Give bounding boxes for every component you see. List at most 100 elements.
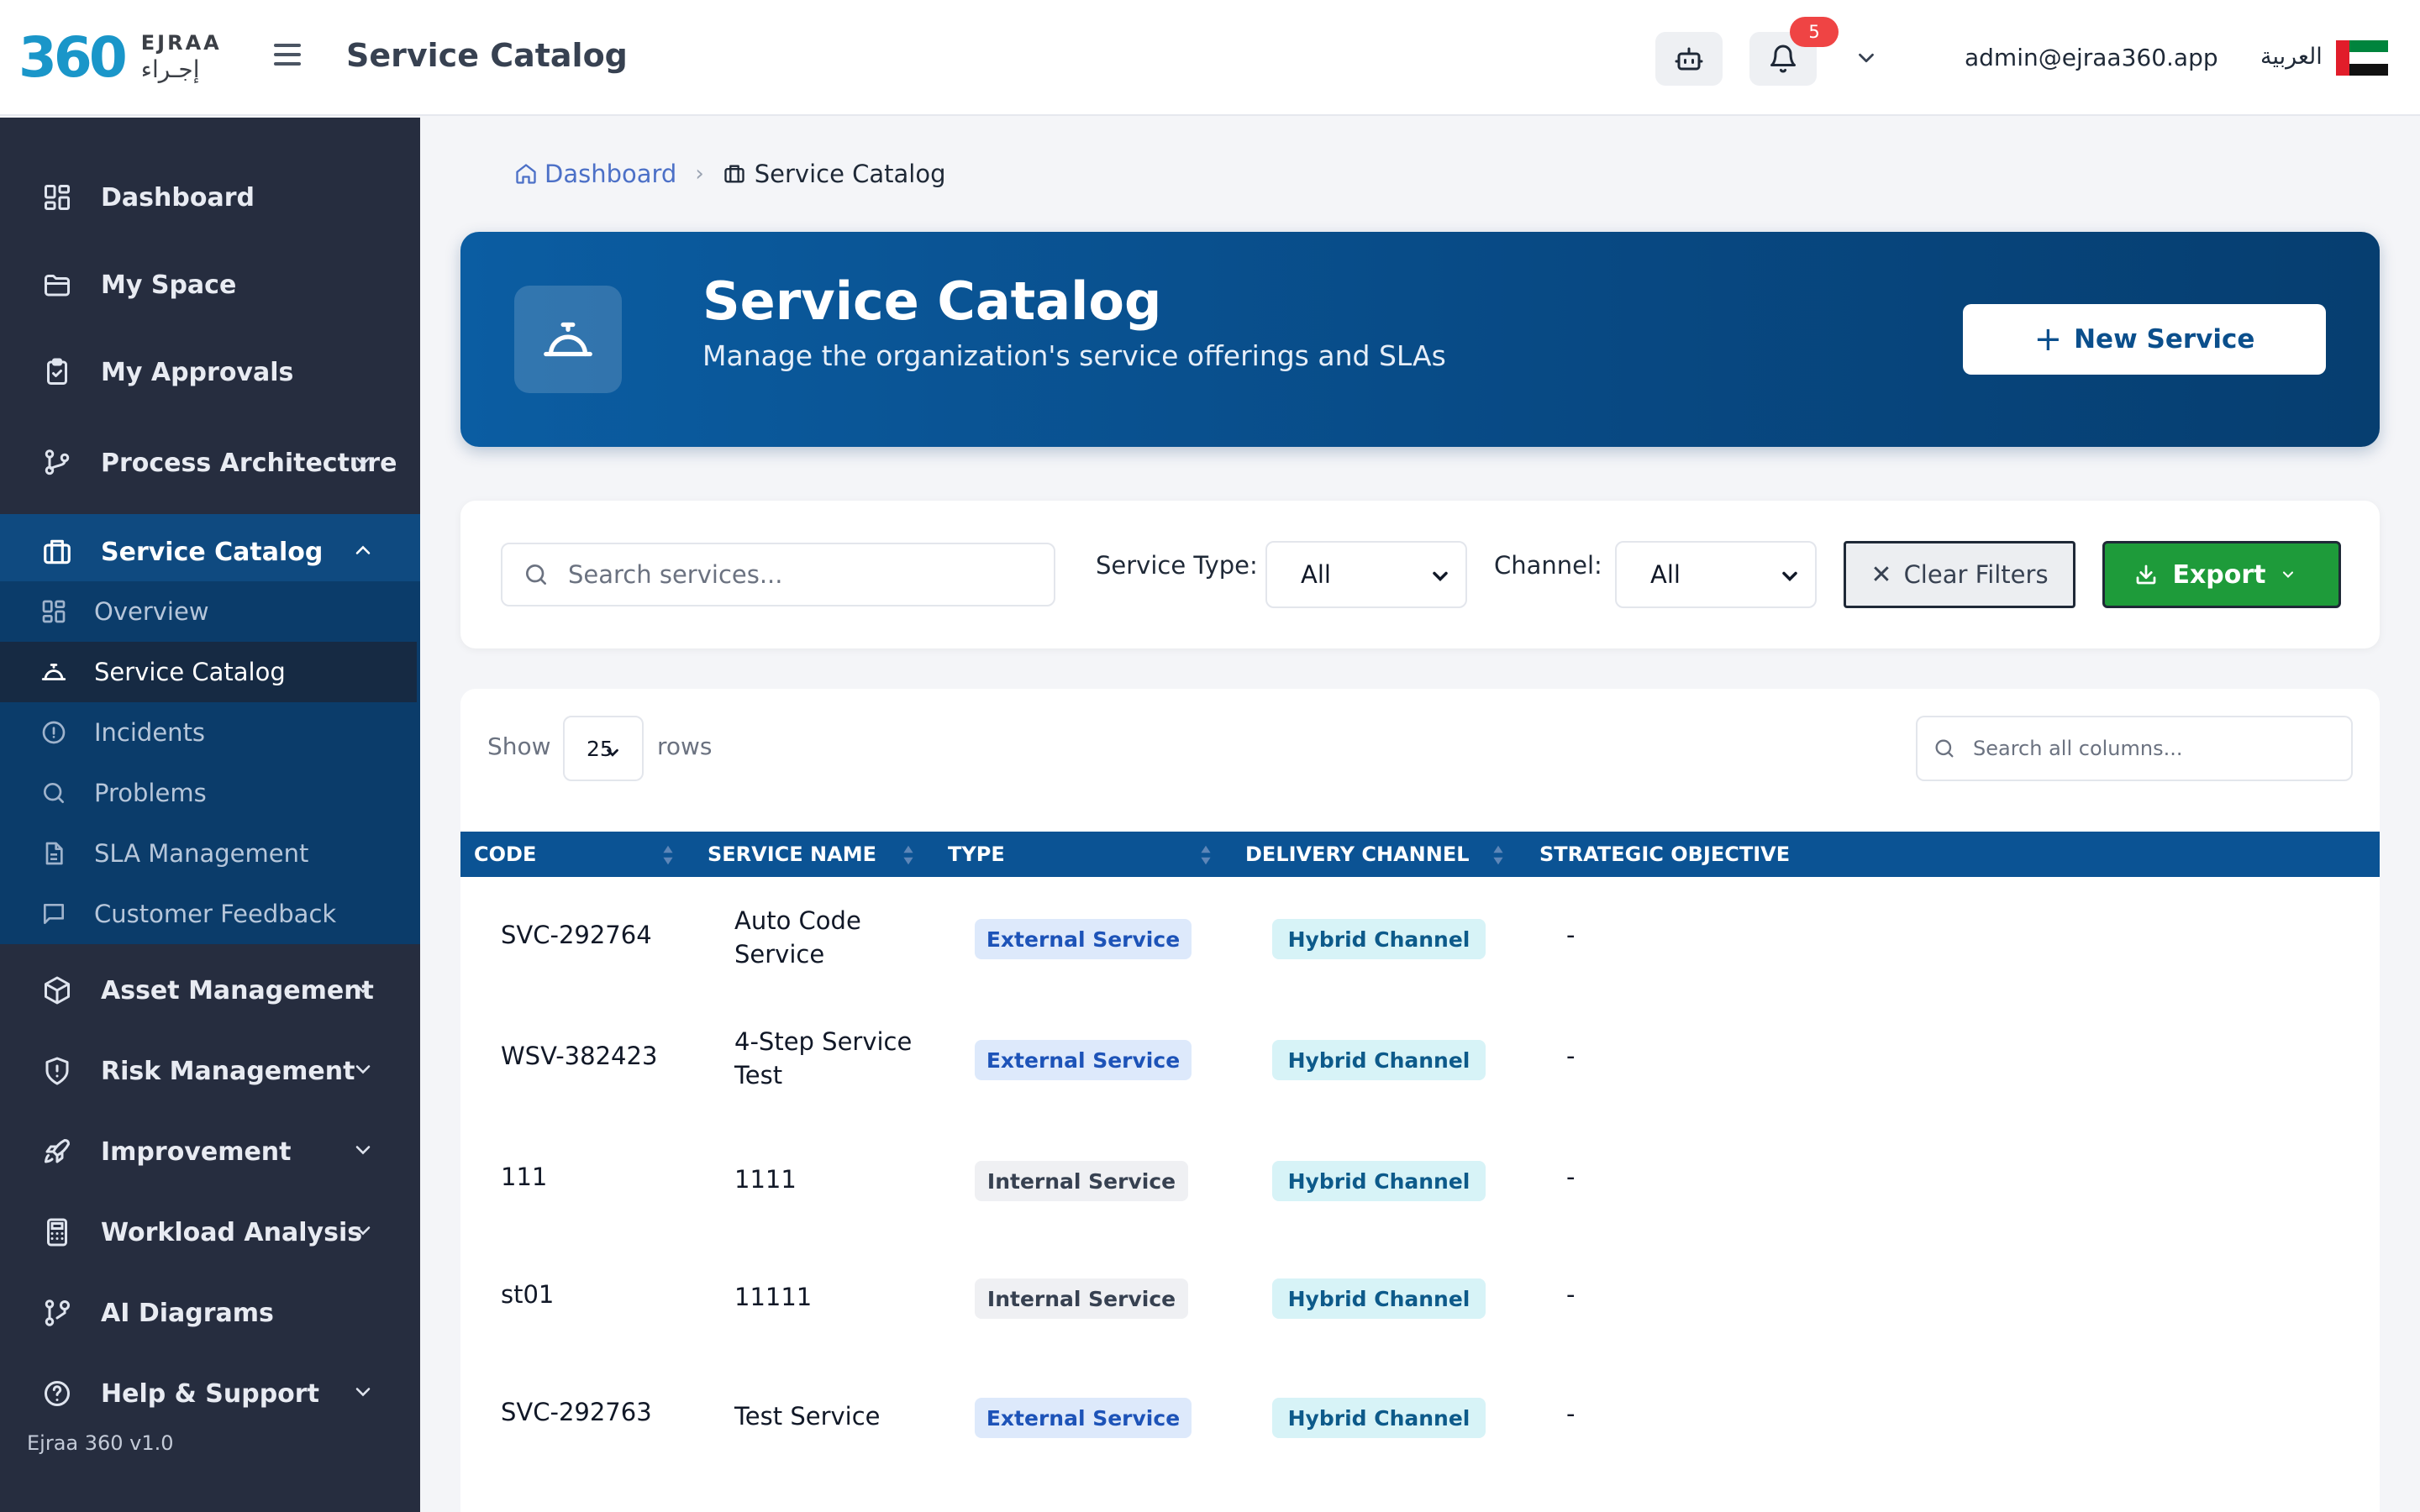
new-service-button[interactable]: + New Service [1963, 304, 2326, 375]
chevron-right-icon: › [695, 161, 704, 186]
service-search-input[interactable] [568, 560, 1039, 589]
channel-value: All [1650, 560, 1681, 589]
chevron-down-icon [351, 977, 375, 1004]
chevron-up-icon [351, 538, 375, 565]
sidebar-item-process-architecture[interactable]: Process Architecture [0, 425, 420, 501]
calculator-icon [40, 1215, 74, 1249]
rows-label: rows [657, 732, 713, 760]
sidebar-item-label: Improvement [101, 1137, 292, 1167]
submenu-item-problems[interactable]: Problems [0, 763, 417, 823]
sidebar-item-workload-analysis[interactable]: Workload Analysis [0, 1194, 420, 1270]
git-branch-icon [40, 446, 74, 480]
sidebar-item-improvement[interactable]: Improvement [0, 1114, 420, 1189]
sort-icon[interactable] [901, 843, 916, 870]
sidebar-item-my-approvals[interactable]: My Approvals [0, 334, 420, 410]
message-square-icon [39, 899, 69, 929]
logo[interactable]: 360 EJRAA إجـراء [18, 25, 222, 90]
ai-assistant-button[interactable] [1655, 32, 1723, 86]
cell-strategic-objective: - [1566, 1163, 1576, 1191]
type-badge: Internal Service [975, 1161, 1188, 1201]
sort-icon[interactable] [1198, 843, 1213, 870]
channel-badge: Hybrid Channel [1272, 1278, 1486, 1319]
cell-strategic-objective: - [1566, 1280, 1576, 1309]
close-icon: ✕ [1870, 559, 1892, 590]
service-catalog-submenu: Overview Service Catalog Incidents Probl… [0, 581, 420, 944]
sort-icon[interactable] [660, 843, 676, 870]
submenu-item-overview[interactable]: Overview [0, 581, 417, 642]
submenu-item-label: Service Catalog [94, 658, 286, 686]
table-row[interactable]: 111 1111 Internal Service Hybrid Channel… [460, 1119, 2380, 1236]
channel-label: Channel: [1494, 551, 1602, 580]
rows-per-page-select[interactable]: 25 [563, 716, 644, 781]
submenu-item-label: Customer Feedback [94, 900, 337, 928]
cell-service-name: 1111 [734, 1165, 797, 1194]
user-menu-chevron-icon[interactable] [1854, 45, 1879, 74]
sidebar-item-label: Risk Management [101, 1056, 355, 1086]
hero-subtitle: Manage the organization's service offeri… [702, 339, 1446, 372]
breadcrumb-home[interactable]: Dashboard [514, 160, 676, 188]
column-header-service-name[interactable]: SERVICE NAME [708, 832, 876, 877]
language-toggle[interactable]: العربية [2260, 44, 2323, 70]
bell-service-icon [39, 657, 69, 687]
export-button[interactable]: Export [2102, 541, 2341, 608]
clear-filters-button[interactable]: ✕ Clear Filters [1844, 541, 2075, 608]
cell-service-name: Test Service [734, 1402, 881, 1431]
uae-flag-icon[interactable] [2336, 40, 2388, 76]
submenu-item-customer-feedback[interactable]: Customer Feedback [0, 884, 417, 944]
clipboard-check-icon [40, 355, 74, 389]
sidebar-item-risk-management[interactable]: Risk Management [0, 1033, 420, 1109]
column-header-code[interactable]: CODE [474, 832, 536, 877]
table-header: CODE SERVICE NAME TYPE DELIVERY CHANNEL … [460, 832, 2380, 877]
building-icon [40, 535, 74, 569]
sidebar-item-help-support[interactable]: Help & Support [0, 1356, 420, 1431]
download-icon [2137, 564, 2156, 585]
chevron-down-icon [351, 1219, 375, 1246]
table-row[interactable]: SVC-292764 Auto Code Service External Se… [460, 877, 2380, 995]
grid-icon [40, 181, 74, 214]
column-search[interactable] [1916, 716, 2353, 781]
table-row[interactable]: SVC-292763 Test Service External Service… [460, 1356, 2380, 1473]
cell-code: WSV-382423 [501, 1042, 658, 1070]
help-circle-icon [40, 1377, 74, 1410]
user-email[interactable]: admin@ejraa360.app [1965, 44, 2218, 71]
plus-icon: + [2033, 320, 2063, 359]
service-type-label: Service Type: [1096, 551, 1258, 580]
column-header-delivery-channel[interactable]: DELIVERY CHANNEL [1245, 832, 1470, 877]
hero-title: Service Catalog [702, 270, 1162, 332]
column-header-strategic-objective[interactable]: STRATEGIC OBJECTIVE [1539, 832, 1790, 877]
top-header: 360 EJRAA إجـراء Service Catalog 5 admin… [0, 0, 2420, 116]
cell-code: SVC-292764 [501, 921, 652, 949]
notification-badge: 5 [1790, 17, 1839, 47]
sidebar-item-asset-management[interactable]: Asset Management [0, 953, 420, 1028]
channel-badge: Hybrid Channel [1272, 1161, 1486, 1201]
sort-icon[interactable] [1491, 843, 1506, 870]
app-version: Ejraa 360 v1.0 [27, 1431, 174, 1455]
sidebar-item-label: Dashboard [101, 182, 255, 213]
clear-filters-label: Clear Filters [1903, 560, 2049, 589]
service-type-select[interactable]: All [1265, 541, 1467, 608]
page-title: Service Catalog [346, 37, 628, 74]
channel-badge: Hybrid Channel [1272, 1398, 1486, 1438]
search-icon [526, 564, 546, 585]
rocket-icon [40, 1135, 74, 1168]
submenu-item-label: Overview [94, 597, 209, 626]
cell-service-name: 11111 [734, 1283, 813, 1311]
submenu-item-incidents[interactable]: Incidents [0, 702, 417, 763]
service-type-value: All [1301, 560, 1331, 589]
submenu-item-sla-management[interactable]: SLA Management [0, 823, 417, 884]
channel-badge: Hybrid Channel [1272, 919, 1486, 959]
sidebar-item-my-space[interactable]: My Space [0, 247, 420, 323]
column-search-input[interactable] [1973, 737, 2343, 760]
menu-toggle-icon[interactable] [274, 44, 301, 69]
submenu-item-service-catalog[interactable]: Service Catalog [0, 642, 417, 702]
sidebar-item-ai-diagrams[interactable]: AI Diagrams [0, 1275, 420, 1351]
table-row[interactable]: WSV-382423 4-Step Service Test External … [460, 998, 2380, 1116]
sidebar-item-service-catalog[interactable]: Service Catalog [0, 514, 420, 590]
sidebar-item-dashboard[interactable]: Dashboard [0, 160, 420, 235]
channel-select[interactable]: All [1615, 541, 1817, 608]
column-header-type[interactable]: TYPE [948, 832, 1005, 877]
table-row[interactable]: st01 11111 Internal Service Hybrid Chann… [460, 1236, 2380, 1354]
grid-icon [39, 596, 69, 627]
service-search[interactable] [501, 543, 1055, 606]
chevron-down-icon [351, 1380, 375, 1407]
